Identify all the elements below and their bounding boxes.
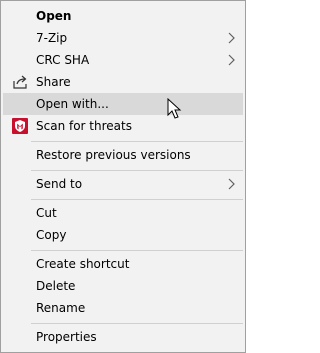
menu-item-label: Create shortcut [36,257,130,271]
menu-separator [31,250,243,251]
menu-separator [31,199,243,200]
chevron-right-icon [228,178,235,190]
menu-item-label: Scan for threats [36,119,132,133]
menu-item-create-shortcut[interactable]: Create shortcut [3,253,243,275]
menu-item-copy[interactable]: Copy [3,224,243,246]
mouse-cursor-icon [167,98,182,119]
menu-separator [31,141,243,142]
menu-separator [31,323,243,324]
menu-item-label: Restore previous versions [36,148,191,162]
menu-item-cut[interactable]: Cut [3,202,243,224]
menu-item-label: Cut [36,206,57,220]
context-menu: Open 7-Zip CRC SHA Share Open with... Sc… [0,0,246,353]
share-icon [13,75,27,89]
menu-item-send-to[interactable]: Send to [3,173,243,195]
mcafee-shield-icon [12,118,28,134]
menu-item-open[interactable]: Open [3,5,243,27]
menu-item-delete[interactable]: Delete [3,275,243,297]
menu-item-label: Send to [36,177,83,191]
chevron-right-icon [228,54,235,66]
menu-separator [31,170,243,171]
menu-item-scan-for-threats[interactable]: Scan for threats [3,115,243,137]
menu-item-7zip[interactable]: 7-Zip [3,27,243,49]
menu-item-label: CRC SHA [36,53,90,67]
menu-item-label: Properties [36,330,97,344]
menu-item-open-with[interactable]: Open with... [3,93,243,115]
menu-item-label: Rename [36,301,86,315]
menu-item-label: Delete [36,279,76,293]
menu-item-rename[interactable]: Rename [3,297,243,319]
menu-item-crc-sha[interactable]: CRC SHA [3,49,243,71]
menu-item-label: Open with... [36,97,109,111]
menu-item-label: Copy [36,228,67,242]
menu-item-label: Share [36,75,71,89]
menu-item-share[interactable]: Share [3,71,243,93]
menu-item-label: Open [36,9,72,23]
menu-item-restore-previous-versions[interactable]: Restore previous versions [3,144,243,166]
menu-item-label: 7-Zip [36,31,68,45]
chevron-right-icon [228,32,235,44]
menu-item-properties[interactable]: Properties [3,326,243,348]
